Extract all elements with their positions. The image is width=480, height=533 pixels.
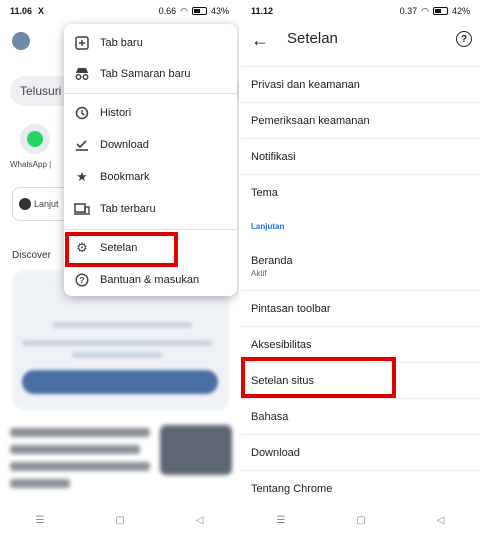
back-nav-icon[interactable]: ◁ [437,515,445,526]
settings-row-pemeriksaan[interactable]: Pemeriksaan keamanan [241,102,480,138]
blur-button [22,370,218,394]
row-sublabel: Aktif [251,268,267,278]
menu-item-label: Download [100,139,149,151]
settings-row-privasi[interactable]: Privasi dan keamanan [241,66,480,102]
blur-line [10,462,150,471]
devices-icon [74,201,90,217]
home-icon[interactable]: ▢ [356,515,365,526]
battery-icon [432,7,448,15]
menu-item-setelan[interactable]: ⚙ Setelan [64,233,237,263]
menu-item-label: Histori [100,107,132,119]
history-icon [74,105,90,121]
settings-row-beranda[interactable]: Beranda Aktif [241,242,480,290]
whatsapp-shortcut[interactable] [20,124,50,154]
right-screenshot: 11.12 0.37 ◠ 42% ← Setelan ? Privasi dan… [241,0,480,533]
whatsapp-icon [27,131,43,147]
menu-divider [64,229,237,230]
menu-item-histori[interactable]: Histori [64,98,237,128]
back-arrow-icon[interactable]: ← [251,30,269,51]
menu-item-label: Tab terbaru [100,203,156,215]
settings-row-notifikasi[interactable]: Notifikasi [241,138,480,174]
menu-divider [64,93,237,94]
lanjut-card[interactable]: Lanjut [12,187,72,221]
row-label: Privasi dan keamanan [251,78,360,91]
gear-icon: ⚙ [76,240,88,255]
menu-item-bantuan[interactable]: ? Bantuan & masukan [64,265,237,295]
menu-item-label: Bookmark [100,171,150,183]
blur-line [10,428,150,437]
system-nav-bar: ☰ ▢ ◁ [0,507,239,533]
settings-row-tentang[interactable]: Tentang Chrome [241,470,480,506]
blur-line [22,340,212,346]
avatar[interactable] [12,32,30,50]
wifi-icon: ◠ [421,5,429,16]
settings-row-pintasan[interactable]: Pintasan toolbar [241,290,480,326]
whatsapp-label: WhatsApp | [10,160,52,169]
row-label: Tentang Chrome [251,482,333,495]
back-nav-icon[interactable]: ◁ [196,515,204,526]
menu-item-label: Setelan [100,242,138,254]
row-label: Tema [251,186,278,199]
recents-icon[interactable]: ☰ [276,515,285,526]
menu-item-label: Bantuan & masukan [100,274,200,286]
settings-row-bahasa[interactable]: Bahasa [241,398,480,434]
settings-row-aksesibilitas[interactable]: Aksesibilitas [241,326,480,362]
menu-item-label: Tab baru [100,37,143,49]
row-label: Setelan situs [251,374,314,387]
section-header-lanjutan: Lanjutan [251,222,285,231]
status-icons: 0.37 ◠ 42% [400,6,470,17]
settings-header: ← Setelan ? [241,26,480,56]
menu-item-tab-baru[interactable]: Tab baru [64,28,237,58]
blur-line [10,479,70,488]
settings-row-tema[interactable]: Tema [241,174,480,210]
battery-percent: 42% [451,6,470,16]
plus-square-icon [74,35,90,51]
row-label: Pintasan toolbar [251,302,331,315]
home-icon[interactable]: ▢ [115,515,124,526]
menu-item-download[interactable]: Download [64,130,237,160]
status-bar: 11.12 0.37 ◠ 42% [241,0,480,22]
page-title: Setelan [287,30,338,47]
menu-item-tab-terbaru[interactable]: Tab terbaru [64,194,237,224]
left-screenshot: 11.06 X 0.66 ◠ 43% Telusuri a WhatsApp |… [0,0,239,533]
menu-item-bookmark[interactable]: ★ Bookmark [64,162,237,192]
lanjut-label: Lanjut [34,199,59,209]
row-label: Pemeriksaan keamanan [251,114,370,127]
blur-line [10,445,140,454]
download-icon [74,137,90,153]
star-icon: ★ [76,169,88,184]
row-label: Download [251,446,300,459]
row-label: Beranda [251,254,293,267]
speed-readout: 0.37 [399,6,418,16]
menu-item-tab-samaran[interactable]: Tab Samaran baru [64,59,237,89]
recents-icon[interactable]: ☰ [35,515,44,526]
help-icon: ? [74,272,90,288]
discover-label: Discover [12,250,51,261]
blur-line [52,322,192,328]
blur-line [72,352,162,358]
menu-item-label: Tab Samaran baru [100,68,191,80]
row-label: Aksesibilitas [251,338,312,351]
status-time: 11.12 [251,6,274,16]
svg-text:?: ? [80,276,85,285]
blurred-news-thumbnail [160,425,232,475]
row-label: Bahasa [251,410,289,423]
settings-row-setelan-situs[interactable]: Setelan situs [241,362,480,398]
globe-icon [19,198,31,210]
row-label: Notifikasi [251,150,296,163]
settings-row-download[interactable]: Download [241,434,480,470]
blurred-news-text [10,428,160,488]
incognito-icon [74,66,90,82]
system-nav-bar: ☰ ▢ ◁ [241,507,480,533]
help-icon[interactable]: ? [456,31,472,47]
overflow-menu: Tab baru Tab Samaran baru Histori Downlo… [64,24,237,296]
